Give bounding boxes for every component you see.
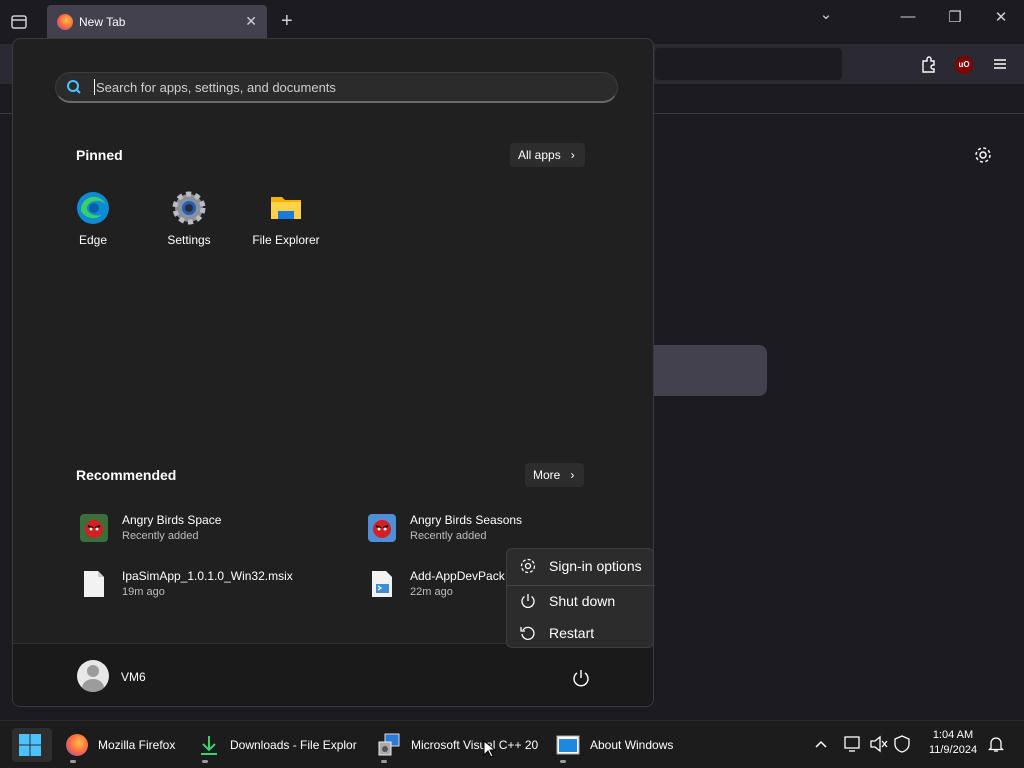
shut-down-item[interactable]: Shut down bbox=[507, 587, 655, 615]
firefox-icon bbox=[66, 734, 88, 756]
clock-time: 1:04 AM bbox=[932, 729, 974, 741]
start-search-input[interactable]: Search for apps, settings, and documents bbox=[55, 72, 618, 103]
network-icon[interactable] bbox=[843, 735, 863, 753]
all-apps-button[interactable]: All apps › bbox=[510, 143, 585, 167]
restart-label: Restart bbox=[549, 625, 595, 641]
running-indicator bbox=[70, 760, 76, 763]
taskbar-app-downloads[interactable]: Downloads - File Explor bbox=[192, 728, 363, 763]
notification-bell-icon[interactable] bbox=[987, 735, 1005, 753]
edge-icon bbox=[76, 191, 110, 225]
start-button[interactable] bbox=[12, 728, 52, 762]
user-name[interactable]: VM6 bbox=[121, 670, 146, 684]
recommended-item-sub: Recently added bbox=[410, 530, 487, 542]
sign-in-options-label: Sign-in options bbox=[549, 558, 642, 574]
search-placeholder: Search for apps, settings, and documents bbox=[96, 79, 336, 95]
gear-icon bbox=[520, 558, 536, 574]
more-label: More bbox=[533, 468, 561, 482]
taskbar-app-firefox[interactable]: Mozilla Firefox bbox=[60, 728, 181, 763]
ublock-icon[interactable]: uO bbox=[955, 56, 973, 74]
firefox-icon bbox=[57, 13, 73, 30]
url-bar[interactable] bbox=[655, 48, 842, 80]
gear-icon[interactable] bbox=[973, 145, 993, 165]
windows-logo-icon bbox=[19, 734, 41, 756]
pinned-title: Pinned bbox=[76, 147, 123, 163]
clock-date: 11/9/2024 bbox=[928, 744, 978, 756]
taskbar-app-label: Downloads - File Explor bbox=[230, 738, 357, 752]
pinned-app-label: File Explorer bbox=[252, 233, 320, 247]
tab-close-icon[interactable]: ✕ bbox=[245, 13, 257, 30]
recommended-item[interactable]: Angry Birds Seasons Recently added bbox=[368, 513, 522, 542]
text-caret bbox=[94, 79, 95, 95]
taskbar-app-label: Mozilla Firefox bbox=[98, 738, 176, 752]
chevron-right-icon: › bbox=[570, 148, 575, 162]
firefox-view-icon[interactable] bbox=[9, 12, 29, 32]
start-menu-footer: VM6 bbox=[13, 643, 653, 706]
mouse-cursor-icon bbox=[483, 739, 497, 758]
folder-icon bbox=[269, 191, 303, 225]
close-button[interactable]: ✕ bbox=[986, 8, 1016, 26]
extensions-icon[interactable] bbox=[919, 55, 939, 75]
taskbar-app-label: Microsoft Visual C++ 20 bbox=[411, 738, 539, 752]
window-icon bbox=[556, 735, 580, 755]
recommended-item[interactable]: Add-AppDevPack 22m ago bbox=[368, 569, 505, 598]
volume-muted-icon[interactable] bbox=[869, 735, 889, 753]
recommended-item-name: Angry Birds Space bbox=[122, 513, 222, 527]
recommended-item-name: Add-AppDevPack bbox=[410, 569, 505, 583]
power-icon[interactable] bbox=[571, 668, 591, 688]
restart-item[interactable]: Restart bbox=[507, 619, 655, 647]
chevron-up-icon[interactable] bbox=[813, 737, 829, 751]
pinned-app-edge[interactable]: Edge bbox=[48, 191, 138, 247]
running-indicator bbox=[560, 760, 566, 763]
script-file-icon bbox=[368, 570, 396, 598]
search-icon bbox=[67, 80, 81, 94]
tab-new-tab[interactable]: New Tab ✕ bbox=[47, 5, 267, 38]
power-icon bbox=[521, 594, 535, 608]
minimize-button[interactable]: — bbox=[893, 8, 923, 25]
taskbar-app-label: About Windows bbox=[590, 738, 674, 752]
sign-in-options-item[interactable]: Sign-in options bbox=[507, 552, 655, 580]
more-button[interactable]: More › bbox=[525, 463, 585, 487]
power-menu: Sign-in options Shut down Restart bbox=[506, 548, 655, 648]
security-shield-icon[interactable] bbox=[892, 735, 912, 753]
installer-icon bbox=[378, 733, 400, 756]
settings-gear-icon bbox=[172, 191, 206, 225]
all-apps-label: All apps bbox=[518, 148, 561, 162]
angry-birds-icon bbox=[80, 513, 108, 542]
recommended-item-name: Angry Birds Seasons bbox=[410, 513, 523, 527]
running-indicator bbox=[202, 760, 208, 763]
recommended-item-sub: Recently added bbox=[122, 530, 199, 542]
search-box-background bbox=[653, 345, 767, 396]
running-indicator bbox=[381, 760, 387, 763]
pinned-app-file-explorer[interactable]: File Explorer bbox=[241, 191, 331, 247]
recommended-item-sub: 19m ago bbox=[122, 586, 165, 598]
shut-down-label: Shut down bbox=[549, 593, 616, 609]
tab-title: New Tab bbox=[79, 14, 126, 29]
taskbar-clock[interactable]: 1:04 AM 11/9/2024 bbox=[918, 728, 988, 758]
divider bbox=[507, 585, 655, 586]
recommended-item[interactable]: IpaSimApp_1.0.1.0_Win32.msix 19m ago bbox=[80, 569, 293, 598]
restart-icon bbox=[520, 626, 535, 640]
restore-button[interactable]: ❐ bbox=[940, 8, 970, 26]
angry-birds-icon bbox=[368, 513, 396, 542]
recommended-title: Recommended bbox=[76, 467, 177, 483]
tabs-dropdown-icon[interactable]: ⌄ bbox=[811, 5, 841, 23]
pinned-app-settings[interactable]: Settings bbox=[144, 191, 234, 247]
taskbar-app-about-windows[interactable]: About Windows bbox=[550, 728, 679, 763]
new-tab-button[interactable]: + bbox=[281, 10, 293, 33]
avatar[interactable] bbox=[77, 660, 109, 692]
recommended-item[interactable]: Angry Birds Space Recently added bbox=[80, 513, 221, 542]
recommended-item-sub: 22m ago bbox=[410, 586, 453, 598]
chevron-right-icon: › bbox=[570, 468, 575, 482]
recommended-item-name: IpaSimApp_1.0.1.0_Win32.msix bbox=[122, 569, 293, 583]
taskbar: Mozilla Firefox Downloads - File Explor … bbox=[0, 720, 1024, 768]
taskbar-app-vc-installer[interactable]: Microsoft Visual C++ 20 bbox=[371, 728, 544, 763]
pinned-app-label: Edge bbox=[78, 233, 108, 247]
menu-icon[interactable] bbox=[992, 56, 1008, 72]
pinned-app-label: Settings bbox=[167, 233, 211, 247]
file-icon bbox=[80, 570, 108, 598]
download-icon bbox=[201, 736, 217, 755]
